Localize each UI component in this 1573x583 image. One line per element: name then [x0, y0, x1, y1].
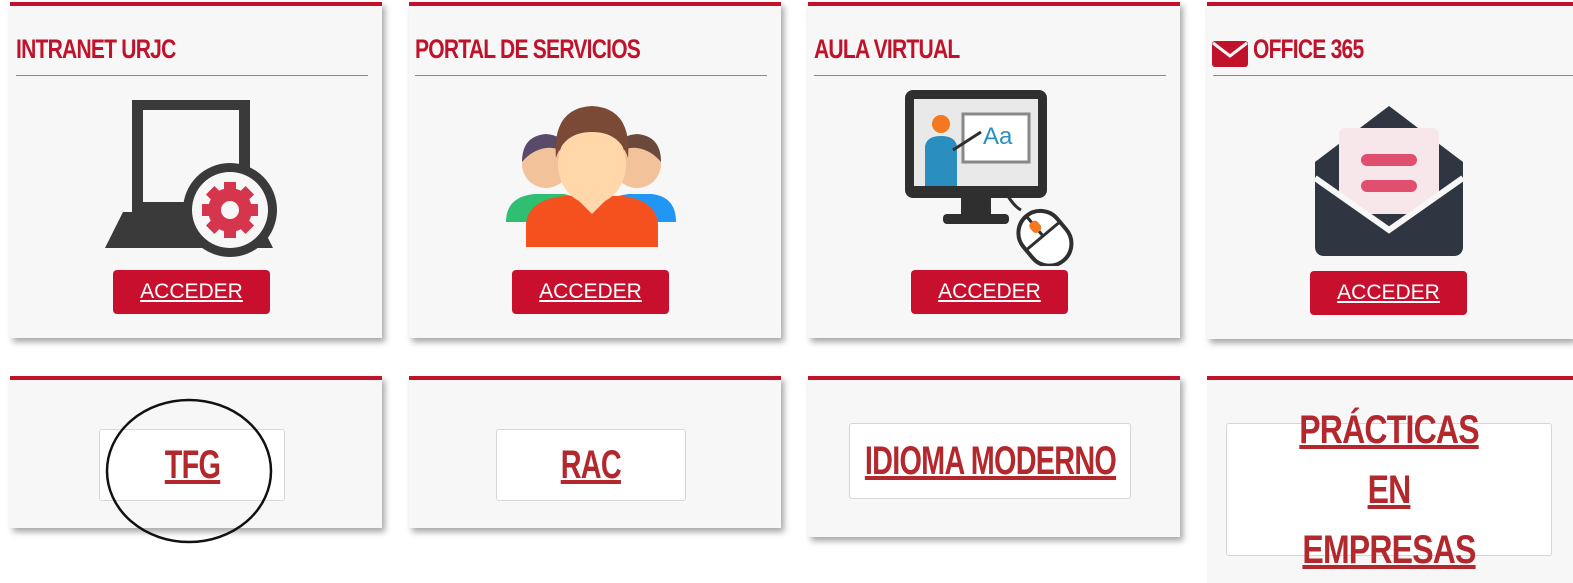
card-office-365: OFFICE 365 ACCEDER — [1207, 2, 1573, 339]
divider — [1213, 75, 1573, 76]
acceder-button[interactable]: ACCEDER — [512, 270, 669, 314]
divider — [415, 75, 767, 76]
idioma-moderno-link[interactable]: IDIOMA MODERNO — [864, 431, 1116, 491]
svg-text:Aa: Aa — [983, 123, 1013, 150]
card-title: OFFICE 365 — [1253, 34, 1364, 64]
divider — [16, 75, 368, 76]
highlight-circle — [105, 398, 273, 544]
rac-link-box: RAC — [496, 429, 686, 501]
practicas-link-box: PRÁCTICAS EN EMPRESAS — [1226, 408, 1552, 572]
idioma-moderno-link-box: IDIOMA MODERNO — [849, 423, 1131, 499]
card-aula-virtual: AULA VIRTUAL Aa ACCEDER — [808, 2, 1180, 338]
people-group-icon — [506, 106, 676, 247]
card-title: AULA VIRTUAL — [814, 34, 960, 64]
rac-link[interactable]: RAC — [561, 435, 622, 495]
practicas-empresas-link[interactable]: PRÁCTICAS EN EMPRESAS — [1277, 400, 1501, 580]
card-portal-servicios: PORTAL DE SERVICIOS ACCEDER — [409, 2, 781, 338]
card-idioma-moderno: IDIOMA MODERNO — [808, 376, 1180, 537]
card-rac: RAC — [409, 376, 781, 528]
acceder-button[interactable]: ACCEDER — [911, 270, 1068, 314]
card-title: PORTAL DE SERVICIOS — [415, 34, 641, 64]
acceder-button[interactable]: ACCEDER — [1310, 271, 1467, 315]
open-mail-icon — [1315, 106, 1463, 256]
card-practicas-empresas: PRÁCTICAS EN EMPRESAS — [1207, 376, 1573, 583]
card-intranet-urjc: INTRANET URJC ACCEDER — [10, 2, 382, 338]
laptop-gear-icon — [105, 100, 277, 257]
card-title: INTRANET URJC — [16, 34, 176, 64]
divider — [814, 75, 1166, 76]
envelope-icon — [1212, 41, 1248, 67]
acceder-button[interactable]: ACCEDER — [113, 270, 270, 314]
virtual-classroom-icon: Aa — [905, 90, 1074, 266]
